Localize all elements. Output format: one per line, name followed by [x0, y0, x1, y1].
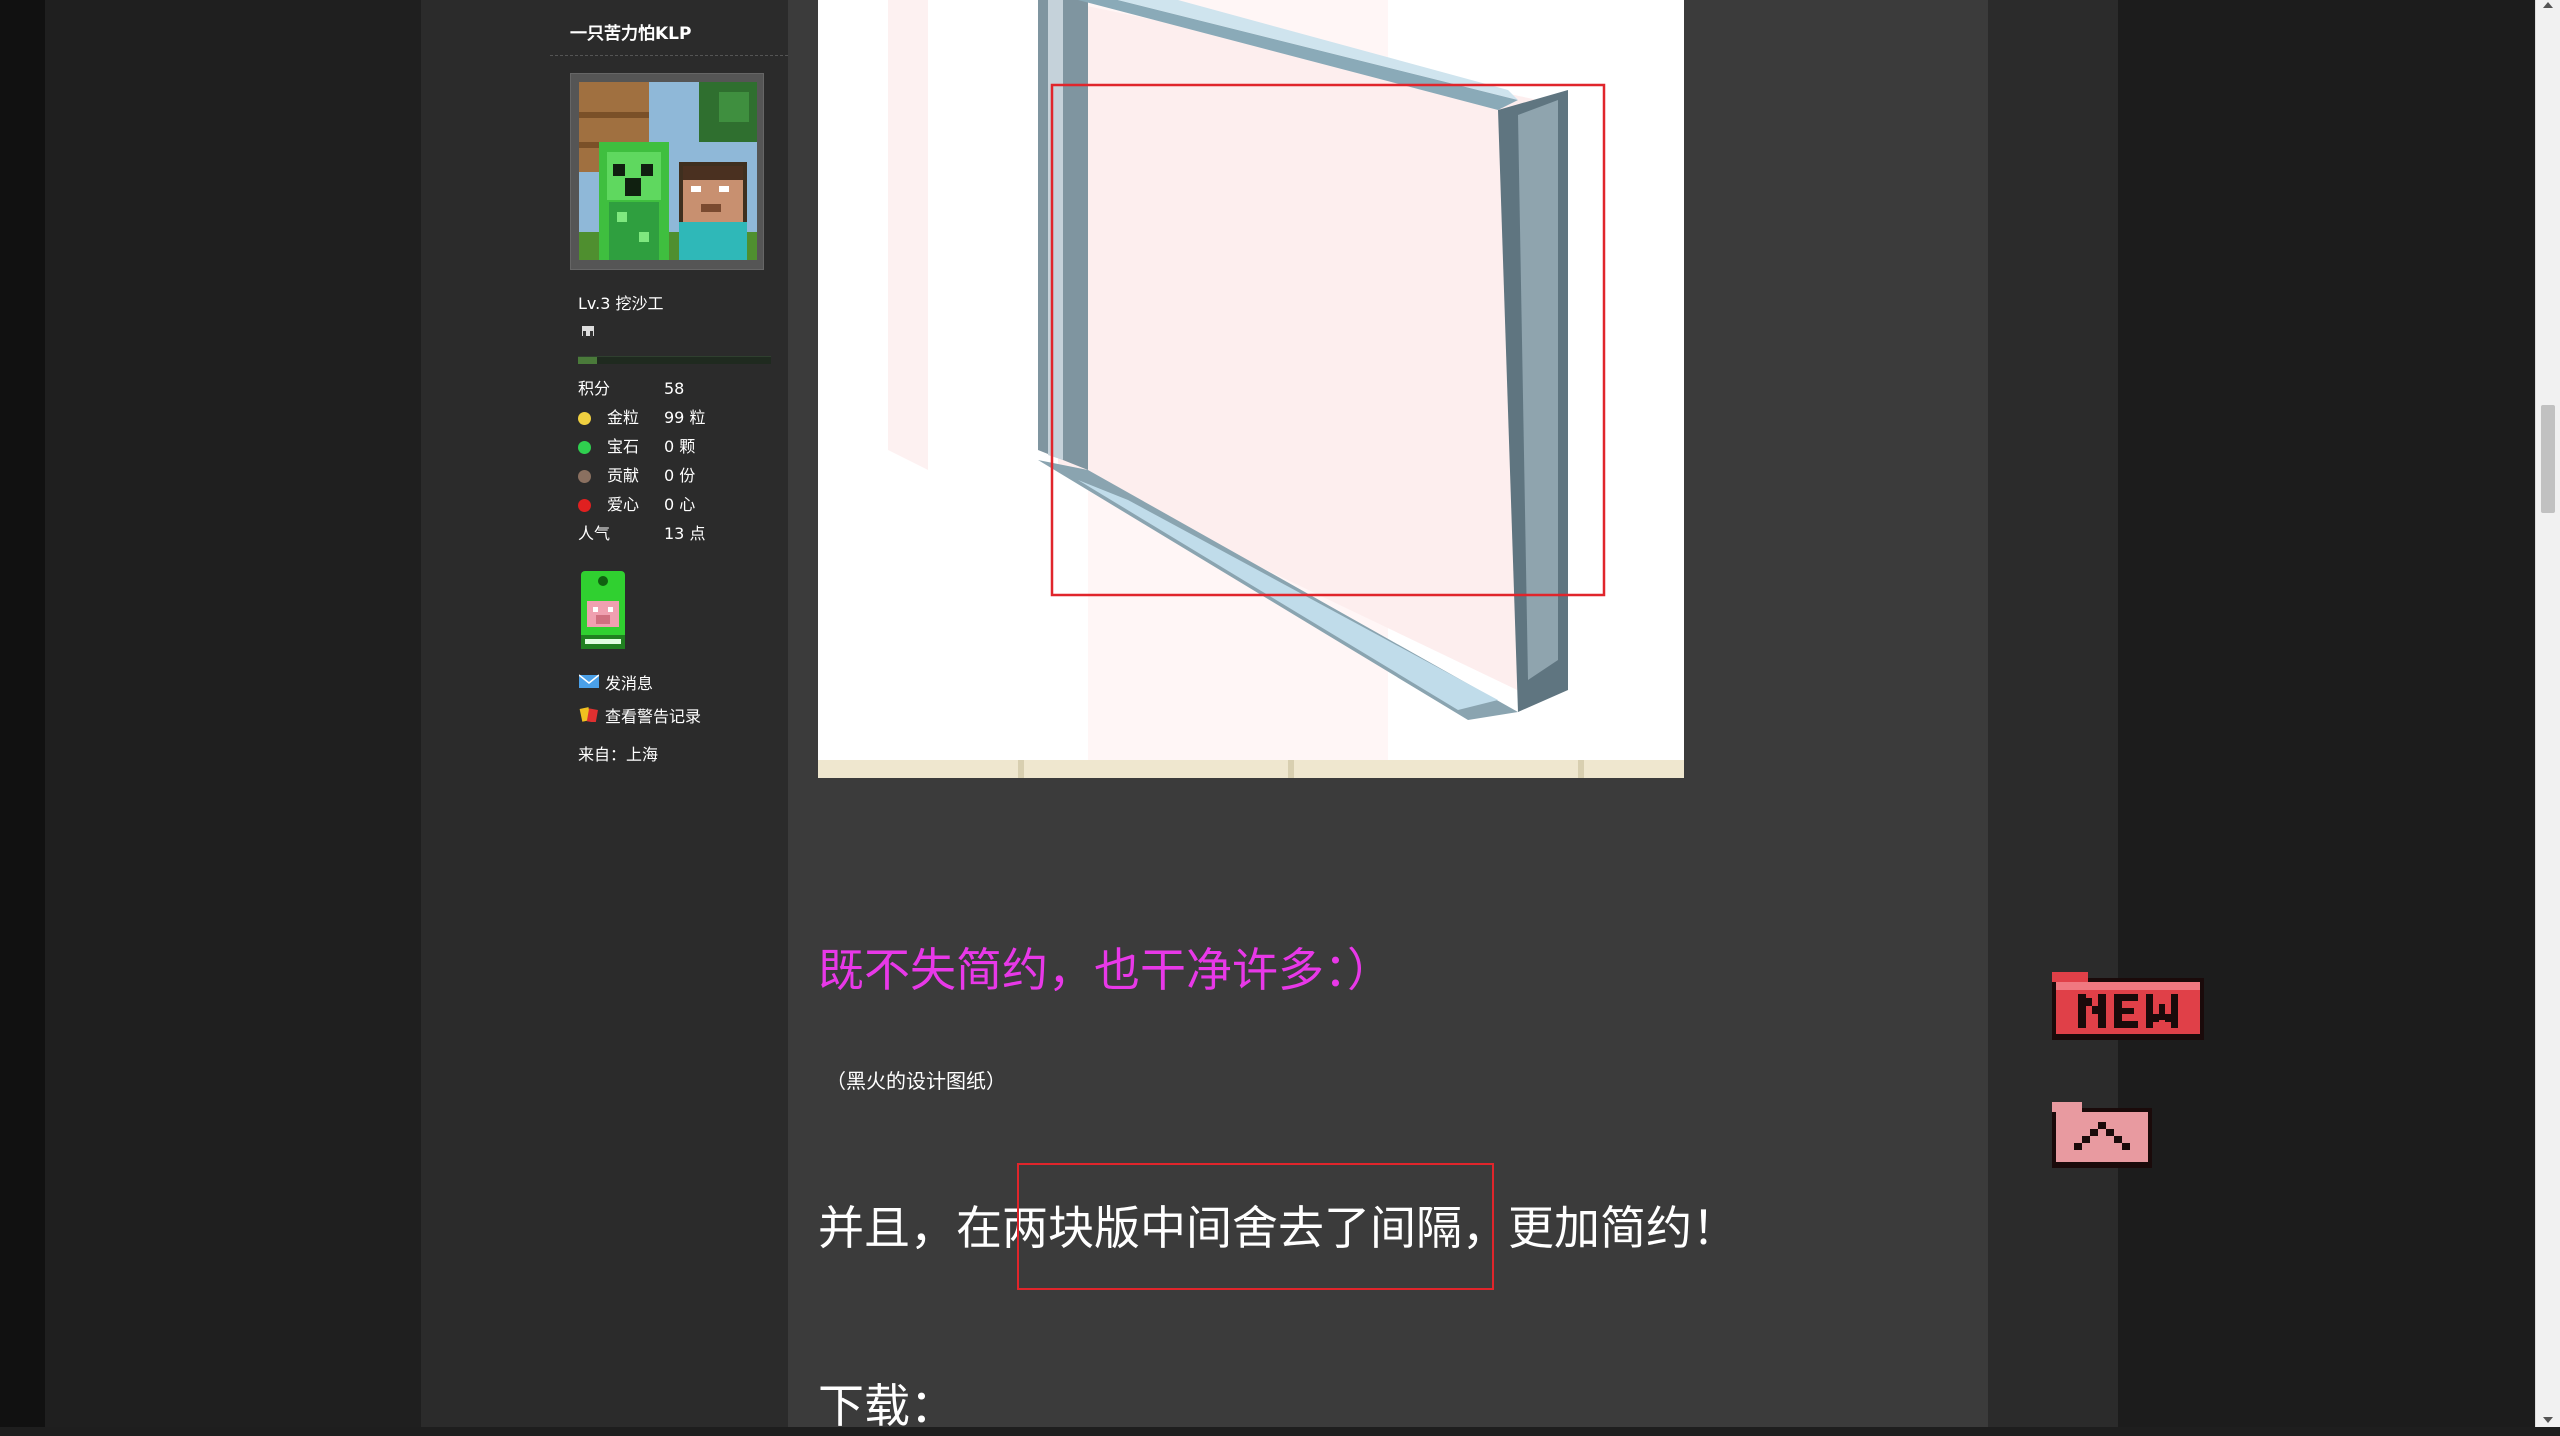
- stat-label: 爱心: [607, 495, 640, 514]
- scroll-down-arrow-icon[interactable]: [2543, 1417, 2553, 1423]
- stat-popularity: 人气 13 点: [578, 522, 778, 551]
- stat-gold: 金粒 99 粒: [578, 406, 778, 435]
- user-location: 来自：上海: [578, 745, 659, 764]
- view-warnings-label: 查看警告记录: [605, 707, 702, 726]
- background-margin-left: [45, 0, 421, 1427]
- stat-label: 积分: [578, 379, 611, 398]
- sidebar-divider: [550, 55, 788, 56]
- stat-label: 宝石: [607, 437, 640, 456]
- user-level[interactable]: Lv.3 挖沙工: [578, 290, 664, 314]
- page-scrollbar[interactable]: [2535, 0, 2560, 1427]
- level-progress-fill: [578, 357, 598, 364]
- post-headline: 既不失简约，也干净许多：）: [818, 943, 1393, 997]
- stat-gems: 宝石 0 颗: [578, 435, 778, 464]
- level-progress-bar: [578, 356, 771, 364]
- stat-value: 0 心: [664, 495, 696, 514]
- level-medal-icon: [580, 324, 596, 340]
- heart-icon: [578, 499, 591, 512]
- user-stats: 积分 58 金粒 99 粒 宝石 0 颗 贡献 0 份 爱心 0 心 人气 13…: [578, 377, 778, 551]
- stat-label: 人气: [578, 524, 611, 543]
- scroll-up-arrow-icon[interactable]: [2543, 2, 2553, 8]
- warning-cards-icon: [579, 707, 599, 723]
- scrollbar-thumb[interactable]: [2541, 405, 2555, 513]
- stat-value: 99 粒: [664, 408, 706, 427]
- post-image-glass-pane: [818, 0, 1684, 778]
- post-caption: （黑火的设计图纸）: [826, 1069, 1006, 1093]
- stat-value: 13 点: [664, 524, 706, 543]
- send-message-label: 发消息: [605, 674, 654, 693]
- new-post-button[interactable]: [2052, 968, 2204, 1050]
- stat-value: 0 份: [664, 466, 696, 485]
- mcbbs-pig-badge[interactable]: [579, 571, 627, 651]
- stat-points: 积分 58: [578, 377, 778, 406]
- avatar[interactable]: [579, 82, 757, 260]
- stat-love: 爱心 0 心: [578, 493, 778, 522]
- stat-contribution: 贡献 0 份: [578, 464, 778, 493]
- gold-nugget-icon: [578, 412, 591, 425]
- back-to-top-button[interactable]: [2052, 1100, 2152, 1176]
- mail-icon: [578, 674, 600, 689]
- stat-value: 0 颗: [664, 437, 696, 456]
- content-right-margin: [1988, 0, 2118, 1427]
- background-left: [0, 0, 45, 1427]
- stat-value: 58: [664, 379, 685, 398]
- stat-label: 金粒: [607, 408, 640, 427]
- contribution-icon: [578, 470, 591, 483]
- avatar-frame: [570, 73, 764, 270]
- stat-label: 贡献: [607, 466, 640, 485]
- download-heading: 下载：: [818, 1379, 956, 1433]
- emerald-icon: [578, 441, 591, 454]
- text-highlight-box: [1017, 1163, 1494, 1290]
- background-right: [2118, 0, 2535, 1427]
- username-link[interactable]: 一只苦力怕KLP: [570, 19, 691, 44]
